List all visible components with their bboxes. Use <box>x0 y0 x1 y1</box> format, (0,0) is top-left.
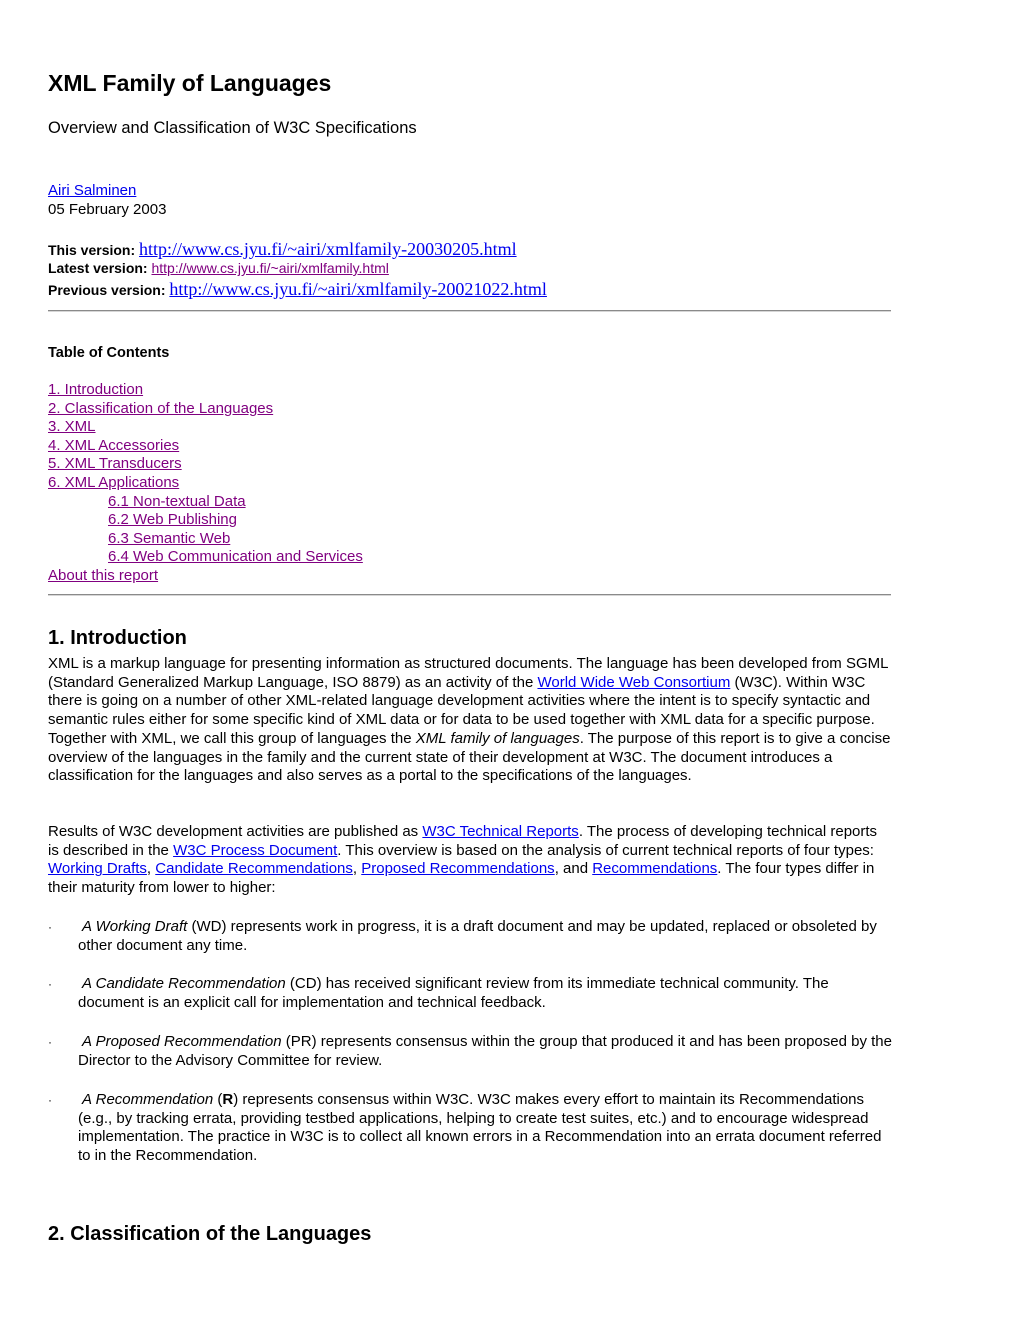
w3c-technical-reports-link[interactable]: W3C Technical Reports <box>422 823 578 840</box>
toc-divider <box>48 594 891 596</box>
header-divider <box>48 310 891 312</box>
list-item-proposed-recommendation: · A Proposed Recommendation (PR) represe… <box>48 1033 892 1070</box>
table-of-contents: 1. Introduction 2. Classification of the… <box>48 381 363 586</box>
text-run: . This overview is based on the analysis… <box>337 841 874 859</box>
bullet-dot-icon: · <box>48 977 52 991</box>
list-item-text: A Candidate Recommendation (CD) has rece… <box>78 975 829 1011</box>
w3c-process-document-link[interactable]: W3C Process Document <box>173 842 337 859</box>
this-version-link[interactable]: http://www.cs.jyu.fi/~airi/xmlfamily-200… <box>139 239 517 259</box>
toc-link-xml[interactable]: 3. XML <box>48 418 96 435</box>
abbreviation: R <box>222 1091 234 1108</box>
bullet-dot-icon: · <box>48 1035 52 1049</box>
bullet-dot-icon: · <box>48 1093 52 1107</box>
bullet-dot-icon: · <box>48 920 52 934</box>
text-run: , <box>146 860 156 878</box>
list-item-candidate-recommendation: · A Candidate Recommendation (CD) has re… <box>48 975 892 1012</box>
term: A Recommendation <box>82 1091 214 1108</box>
recommendations-link[interactable]: Recommendations <box>592 860 717 877</box>
toc-link-semantic-web[interactable]: 6.3 Semantic Web <box>108 530 230 547</box>
term: A Proposed Recommendation <box>82 1033 282 1050</box>
list-item-recommendation: · A Recommendation (R) represents consen… <box>48 1091 892 1166</box>
page-subtitle: Overview and Classification of W3C Speci… <box>48 119 417 137</box>
section-heading-introduction: 1. Introduction <box>48 627 187 649</box>
publication-date: 05 February 2003 <box>48 201 167 218</box>
toc-link-non-textual-data[interactable]: 6.1 Non-textual Data <box>108 493 246 510</box>
abbreviation: CD <box>294 975 317 992</box>
toc-link-about-report[interactable]: About this report <box>48 567 158 584</box>
toc-link-web-publishing[interactable]: 6.2 Web Publishing <box>108 511 237 528</box>
previous-version-label: Previous version: <box>48 282 166 298</box>
text-run: Results of W3C development activities ar… <box>48 823 423 840</box>
abbreviation: WD <box>196 918 222 935</box>
latest-version-row: Latest version: http://www.cs.jyu.fi/~ai… <box>48 260 547 279</box>
toc-link-xml-accessories[interactable]: 4. XML Accessories <box>48 437 179 454</box>
toc-link-web-communication[interactable]: 6.4 Web Communication and Services <box>108 548 363 565</box>
this-version-label: This version: <box>48 242 136 258</box>
text-run: , and <box>554 860 593 878</box>
candidate-recommendations-link[interactable]: Candidate Recommendations <box>155 860 353 877</box>
this-version-row: This version: http://www.cs.jyu.fi/~airi… <box>48 239 547 260</box>
toc-link-xml-transducers[interactable]: 5. XML Transducers <box>48 455 182 472</box>
toc-link-introduction[interactable]: 1. Introduction <box>48 381 143 398</box>
page-title: XML Family of Languages <box>48 70 332 96</box>
previous-version-row: Previous version: http://www.cs.jyu.fi/~… <box>48 279 547 299</box>
list-item-text: A Recommendation (R) represents consensu… <box>78 1091 882 1165</box>
w3c-consortium-link[interactable]: World Wide Web Consortium <box>537 674 730 691</box>
author-link[interactable]: Airi Salminen <box>48 182 136 200</box>
term: A Working Draft <box>82 918 188 935</box>
toc-link-classification[interactable]: 2. Classification of the Languages <box>48 400 273 417</box>
list-item-working-draft: · A Working Draft (WD) represents work i… <box>48 918 892 955</box>
latest-version-label: Latest version: <box>48 260 148 276</box>
abbreviation: PR <box>290 1033 312 1050</box>
list-item-text: A Working Draft (WD) represents work in … <box>78 918 877 954</box>
proposed-recommendations-link[interactable]: Proposed Recommendations <box>361 860 554 877</box>
text-run: , <box>352 860 362 878</box>
version-links: This version: http://www.cs.jyu.fi/~airi… <box>48 239 547 299</box>
toc-link-xml-applications[interactable]: 6. XML Applications <box>48 474 179 491</box>
latest-version-link[interactable]: http://www.cs.jyu.fi/~airi/xmlfamily.htm… <box>151 260 388 276</box>
term: A Candidate Recommendation <box>82 975 286 992</box>
previous-version-link[interactable]: http://www.cs.jyu.fi/~airi/xmlfamily-200… <box>169 279 547 299</box>
toc-title: Table of Contents <box>48 345 170 361</box>
list-item-text: A Proposed Recommendation (PR) represent… <box>78 1033 892 1069</box>
intro-paragraph-2: Results of W3C development activities ar… <box>48 823 892 898</box>
emphasis-xml-family: XML family of languages <box>415 729 580 747</box>
working-drafts-link[interactable]: Working Drafts <box>48 860 147 877</box>
section-heading-classification: 2. Classification of the Languages <box>48 1223 372 1245</box>
intro-paragraph-1: XML is a markup language for presenting … <box>48 655 892 786</box>
